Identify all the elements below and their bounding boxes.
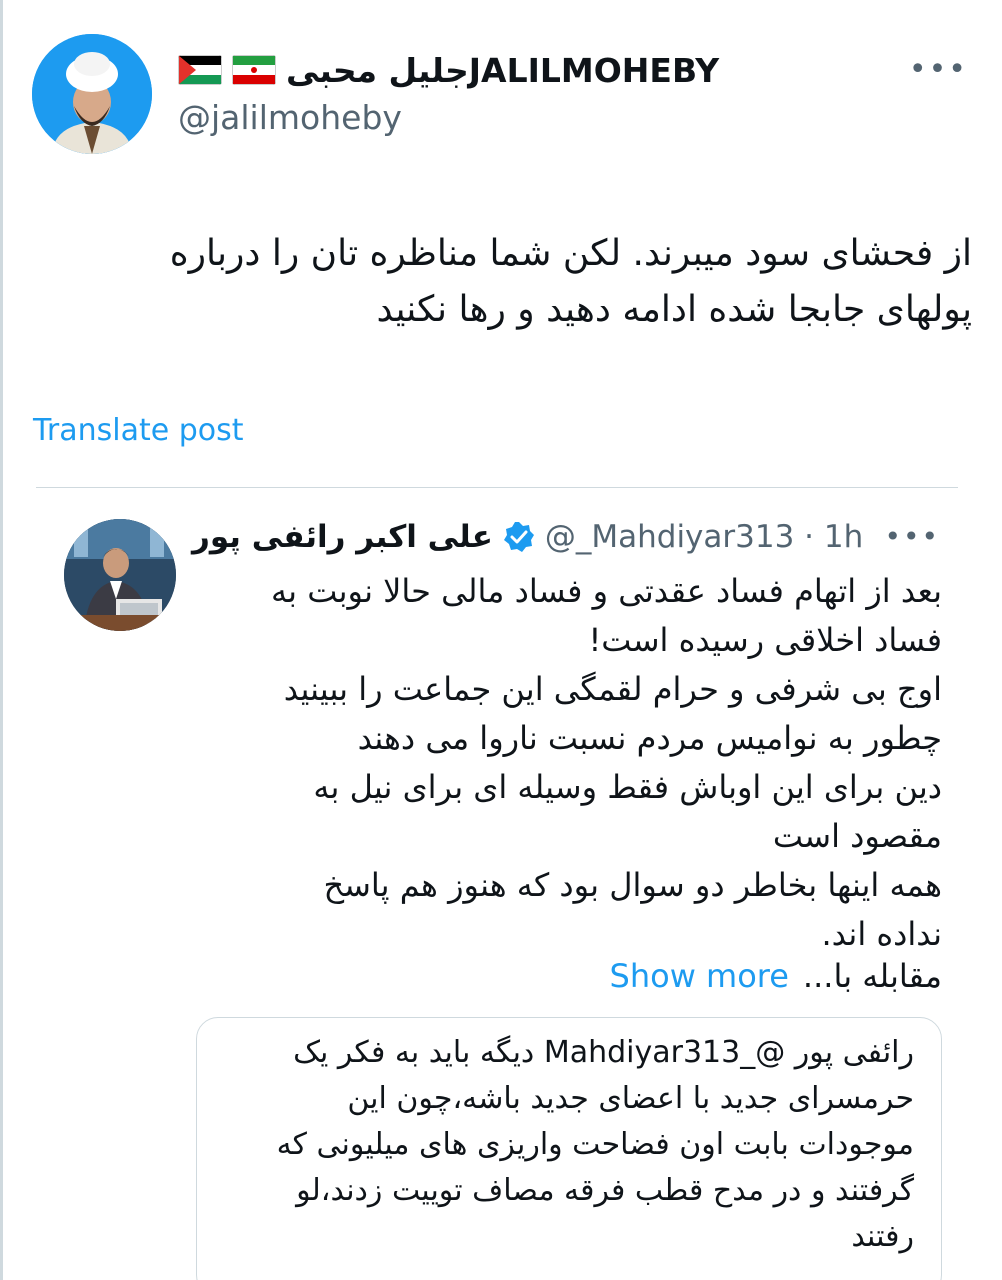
translate-post-link[interactable]: Translate post xyxy=(33,413,244,448)
iran-flag-icon xyxy=(232,55,276,85)
quoted-post-text: بعد از اتهام فساد عقدتی و فساد مالی حالا… xyxy=(182,567,942,959)
quoted-author-handle-time[interactable]: @_Mahdiyar313 · 1h xyxy=(545,519,863,555)
quoted-author-row: علی اکبر رائفی پور @_Mahdiyar313 · 1h xyxy=(192,514,863,560)
author-avatar[interactable] xyxy=(32,34,152,154)
nested-text-line: گرفتند و در مدح قطب فرقه مصاف توییت زدند… xyxy=(296,1173,914,1208)
post-text: از فحشای سود میبرند. لکن شما مناظره تان … xyxy=(32,226,972,338)
quoted-text-line: دین برای این اوباش فقط وسیله ای برای نیل… xyxy=(313,768,942,806)
quoted-text-line: فساد اخلاقی رسیده است! xyxy=(588,621,942,659)
quoted-text-line: همه اینها بخاطر دو سوال بود که هنوز هم پ… xyxy=(323,866,942,904)
author-name-row: جلیل محبیJALILMOHEBY xyxy=(178,50,719,90)
verified-badge-icon xyxy=(503,521,535,553)
left-divider xyxy=(0,0,3,1280)
nested-text-line: موجودات بابت اون فضاحت واریزی های میلیون… xyxy=(276,1127,914,1162)
quoted-author-avatar[interactable] xyxy=(64,519,176,631)
post-text-line: از فحشای سود میبرند. لکن شما مناظره تان … xyxy=(169,233,972,274)
quoted-text-line: بعد از اتهام فساد عقدتی و فساد مالی حالا… xyxy=(270,572,942,610)
quoted-text-line: چطور به نوامیس مردم نسبت ناروا می دهند xyxy=(357,719,942,757)
nested-text-line: حرمسرای جدید با اعضای جدید باشه،چون این xyxy=(347,1081,914,1116)
author-display-name[interactable]: جلیل محبیJALILMOHEBY xyxy=(286,51,719,90)
nested-quote-text: رائفی پور @_Mahdiyar313 دیگه باید به فکر… xyxy=(214,1030,914,1260)
more-options-icon[interactable]: ••• xyxy=(909,52,968,87)
quoted-author-name[interactable]: علی اکبر رائفی پور xyxy=(192,519,493,555)
quoted-more-options-icon[interactable]: ••• xyxy=(884,520,940,553)
quoted-text-truncated: مقابله با... xyxy=(802,956,942,995)
post-text-line: پولهای جابجا شده ادامه دهید و رها نکنید xyxy=(376,289,972,330)
author-handle[interactable]: @jalilmoheby xyxy=(178,98,402,137)
show-more-link[interactable]: Show more xyxy=(610,957,789,995)
palestine-flag-icon xyxy=(178,55,222,85)
quoted-last-line: مقابله با... Show more xyxy=(182,951,942,1000)
quoted-text-line: اوج بی شرفی و حرام لقمگی این جماعت را بب… xyxy=(283,670,942,708)
nested-text-line: رائفی پور @_Mahdiyar313 دیگه باید به فکر… xyxy=(293,1035,914,1070)
quoted-text-line: مقصود است xyxy=(772,817,942,855)
nested-text-line: رفتند xyxy=(851,1219,914,1254)
